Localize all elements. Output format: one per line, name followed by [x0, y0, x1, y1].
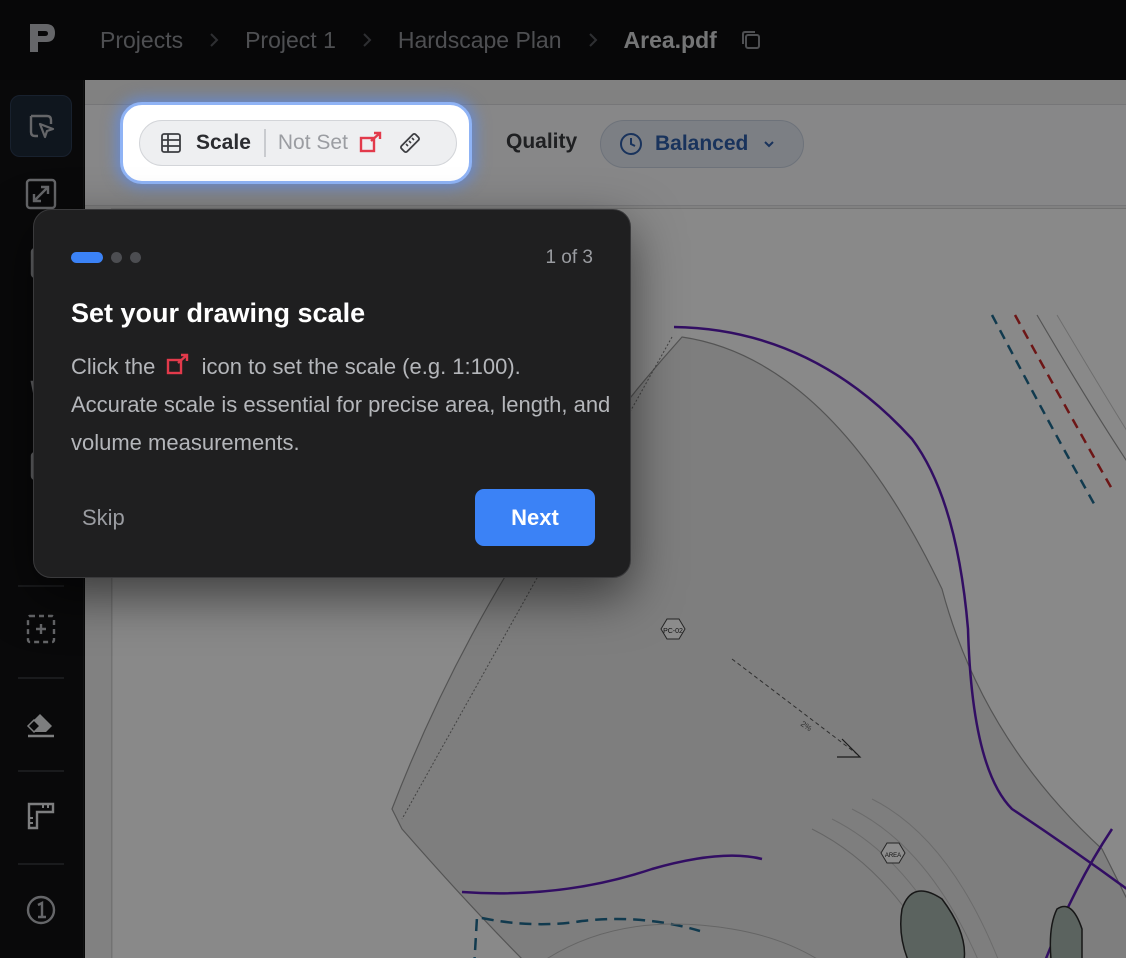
eraser-icon — [26, 714, 54, 738]
area-tool-button[interactable] — [10, 598, 72, 660]
quality-value: Balanced — [655, 132, 749, 155]
breadcrumb-project-1[interactable]: Project 1 — [245, 27, 336, 54]
breadcrumb: Projects Project 1 Hardscape Plan Area.p… — [100, 0, 763, 80]
tour-dot-active — [71, 252, 103, 263]
tour-body-text-before: Click the — [71, 354, 156, 379]
sidebar-divider — [18, 585, 64, 587]
breadcrumb-projects[interactable]: Projects — [100, 27, 183, 54]
sidebar-divider — [18, 770, 64, 772]
tour-body: Click the icon to set the scale (e.g. 1:… — [71, 348, 611, 462]
skip-button[interactable]: Skip — [82, 490, 158, 546]
select-tool-button[interactable] — [10, 95, 72, 157]
next-button[interactable]: Next — [475, 489, 595, 546]
quality-label: Quality — [506, 130, 578, 153]
select-pointer-icon — [29, 114, 55, 139]
chevron-right-icon — [586, 33, 600, 47]
scale-control[interactable]: Scale Not Set — [139, 120, 457, 166]
sidebar-divider — [18, 863, 64, 865]
grid-icon — [161, 133, 181, 153]
area-dotted-icon — [26, 614, 56, 644]
ruler-icon[interactable] — [398, 131, 422, 155]
set-scale-icon[interactable] — [358, 131, 384, 155]
sidebar-divider — [18, 677, 64, 679]
plan-tag: PC-02 — [663, 628, 683, 635]
tour-step-counter: 1 of 3 — [545, 247, 593, 268]
clock-icon — [620, 133, 642, 155]
copy-icon[interactable] — [739, 28, 763, 52]
onboarding-tour-popover: 1 of 3 Set your drawing scale Click the … — [33, 209, 631, 578]
breadcrumb-hardscape-plan[interactable]: Hardscape Plan — [398, 27, 562, 54]
top-bar: Projects Project 1 Hardscape Plan Area.p… — [0, 0, 1126, 80]
chevron-right-icon — [207, 33, 221, 47]
plan-tag-2: AREA — [885, 853, 901, 859]
set-scale-icon — [167, 353, 189, 375]
eraser-tool-button[interactable] — [10, 692, 72, 754]
quality-select[interactable]: Balanced — [600, 120, 804, 168]
scale-divider — [263, 129, 266, 157]
info-one-icon — [26, 895, 56, 925]
info-button[interactable] — [10, 879, 72, 941]
scale-spotlight: Scale Not Set — [120, 102, 472, 184]
chevron-down-icon — [764, 141, 775, 148]
resize-diagonal-icon — [25, 178, 57, 210]
chevron-right-icon — [360, 33, 374, 47]
tour-title: Set your drawing scale — [71, 298, 366, 328]
app-logo-icon[interactable] — [22, 18, 62, 58]
scale-label: Scale — [196, 131, 251, 154]
tour-progress-dots — [71, 252, 141, 263]
ruler-corner-icon — [27, 802, 55, 830]
breadcrumb-current-file: Area.pdf — [623, 26, 717, 53]
measure-tool-button[interactable] — [10, 785, 72, 847]
tour-dot — [111, 252, 122, 263]
tour-dot — [130, 252, 141, 263]
scale-value: Not Set — [277, 131, 348, 154]
